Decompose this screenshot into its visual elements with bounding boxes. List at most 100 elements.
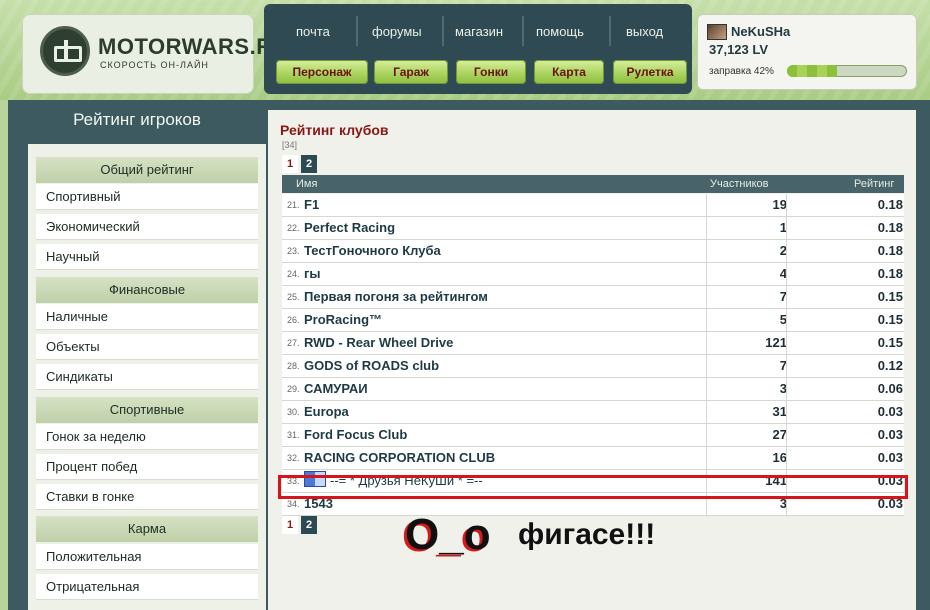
club-rating: 0.18 (786, 263, 903, 285)
page-title: Рейтинг клубов (280, 122, 389, 138)
club-name-link[interactable]: RACING CORPORATION CLUB (304, 447, 495, 469)
map-button[interactable]: Карта (534, 60, 604, 84)
members-count: 3 (706, 493, 787, 515)
section-heading-financial: Финансовые (36, 277, 258, 303)
club-name-link[interactable]: RWD - Rear Wheel Drive (304, 332, 453, 354)
caption-emoticon: O_o (405, 510, 491, 559)
club-name-link[interactable]: F1 (304, 194, 319, 216)
club-rating: 0.03 (786, 470, 903, 492)
row-number: 21. (287, 200, 300, 210)
sidebar-item-sport[interactable]: Спортивный (36, 184, 258, 210)
members-count: 3 (706, 378, 787, 400)
sidebar-item-negative[interactable]: Отрицательная (36, 574, 258, 600)
row-number: 30. (287, 407, 300, 417)
sidebar-item-syndicates[interactable]: Синдикаты (36, 364, 258, 390)
club-rating: 0.12 (786, 355, 903, 377)
sidebar-item-race-bets[interactable]: Ставки в гонке (36, 484, 258, 510)
column-header-rating[interactable]: Рейтинг (854, 175, 894, 193)
row-number: 32. (287, 453, 300, 463)
table-row: 25. Первая погоня за рейтингом 7 0.15 (282, 286, 904, 309)
sidebar-menu: Общий рейтинг Спортивный Экономический Н… (28, 144, 266, 610)
table-row: 34. 1543 3 0.03 (282, 493, 904, 516)
total-count: [34] (282, 140, 298, 150)
sidebar-item-economic[interactable]: Экономический (36, 214, 258, 240)
club-name-link[interactable]: GODS of ROADS club (304, 355, 439, 377)
club-name-link[interactable]: Ford Focus Club (304, 424, 407, 446)
club-name-link[interactable]: ТестГоночного Клуба (304, 240, 441, 262)
members-count: 121 (706, 332, 787, 354)
members-count: 7 (706, 355, 787, 377)
top-navigation: почта форумы магазин помощь выход Персон… (264, 4, 692, 94)
club-rating: 0.18 (786, 194, 903, 216)
sidebar-item-objects[interactable]: Объекты (36, 334, 258, 360)
column-header-members[interactable]: Участников (710, 175, 769, 193)
club-rating: 0.15 (786, 286, 903, 308)
column-header-name[interactable]: Имя (296, 175, 317, 193)
row-number: 23. (287, 246, 300, 256)
races-button[interactable]: Гонки (456, 60, 526, 84)
club-rating: 0.03 (786, 493, 903, 515)
sidebar-item-win-percent[interactable]: Процент побед (36, 454, 258, 480)
sidebar-item-cash[interactable]: Наличные (36, 304, 258, 330)
table-header: Имя Участников Рейтинг (282, 175, 904, 193)
nav-link-exit[interactable]: выход (626, 24, 663, 39)
nav-separator (442, 16, 444, 46)
table-row: 32. RACING CORPORATION CLUB 16 0.03 (282, 447, 904, 470)
garage-button[interactable]: Гараж (374, 60, 448, 84)
row-number: 33. (287, 476, 300, 486)
members-count: 141 (706, 470, 787, 492)
site-logo[interactable]: MOTORWARS.RU СКОРОСТЬ ОН-ЛАЙН (22, 14, 288, 94)
members-count: 4 (706, 263, 787, 285)
members-count: 19 (706, 194, 787, 216)
club-rating: 0.15 (786, 309, 903, 331)
nav-link-mail[interactable]: почта (296, 24, 330, 39)
table-row: 28. GODS of ROADS club 7 0.12 (282, 355, 904, 378)
user-panel: NeKuSHa 37,123 LV заправка 42% (697, 14, 917, 90)
table-row: 26. ProRacing™ 5 0.15 (282, 309, 904, 332)
pager-page-link[interactable]: 2 (301, 155, 317, 173)
club-name-link[interactable]: Europa (304, 401, 349, 423)
row-number: 24. (287, 269, 300, 279)
nav-link-help[interactable]: помощь (536, 24, 584, 39)
club-rating: 0.18 (786, 240, 903, 262)
table-row: 29. САМУРАИ 3 0.06 (282, 378, 904, 401)
sidebar-item-races-week[interactable]: Гонок за неделю (36, 424, 258, 450)
club-name-link[interactable]: --= * Друзья НеКуШи * =-- (304, 470, 483, 492)
row-number: 22. (287, 223, 300, 233)
club-rating: 0.03 (786, 424, 903, 446)
pager-page-current-bottom: 1 (282, 516, 298, 534)
roulette-button[interactable]: Рулетка (613, 60, 687, 84)
sidebar-item-science[interactable]: Научный (36, 244, 258, 270)
nav-link-forums[interactable]: форумы (372, 24, 422, 39)
club-name-link[interactable]: гы (304, 263, 321, 285)
logo-emblem-icon (40, 26, 90, 76)
row-number: 26. (287, 315, 300, 325)
club-rating: 0.03 (786, 401, 903, 423)
table-row: 27. RWD - Rear Wheel Drive 121 0.15 (282, 332, 904, 355)
avatar[interactable] (707, 24, 727, 40)
nav-separator (356, 16, 358, 46)
fuel-progress-fill (787, 65, 838, 77)
nav-separator (609, 16, 611, 46)
row-number: 34. (287, 499, 300, 509)
club-name-link[interactable]: ProRacing™ (304, 309, 382, 331)
members-count: 7 (706, 286, 787, 308)
club-name-link[interactable]: Perfect Racing (304, 217, 395, 239)
character-button[interactable]: Персонаж (276, 60, 368, 84)
fuel-label: заправка 42% (709, 66, 774, 77)
logo-title: MOTORWARS.RU (98, 34, 289, 59)
pager-page-link-bottom[interactable]: 2 (301, 516, 317, 534)
club-name-link[interactable]: 1543 (304, 493, 333, 515)
members-count: 2 (706, 240, 787, 262)
row-number: 29. (287, 384, 300, 394)
row-number: 25. (287, 292, 300, 302)
table-row: 30. Europa 31 0.03 (282, 401, 904, 424)
row-number: 27. (287, 338, 300, 348)
club-name-link[interactable]: САМУРАИ (304, 378, 368, 400)
section-heading-sports: Спортивные (36, 397, 258, 423)
user-name[interactable]: NeKuSHa (731, 24, 790, 39)
club-emblem-icon (304, 471, 326, 487)
club-name-link[interactable]: Первая погоня за рейтингом (304, 286, 488, 308)
nav-link-shop[interactable]: магазин (455, 24, 503, 39)
sidebar-item-positive[interactable]: Положительная (36, 544, 258, 570)
